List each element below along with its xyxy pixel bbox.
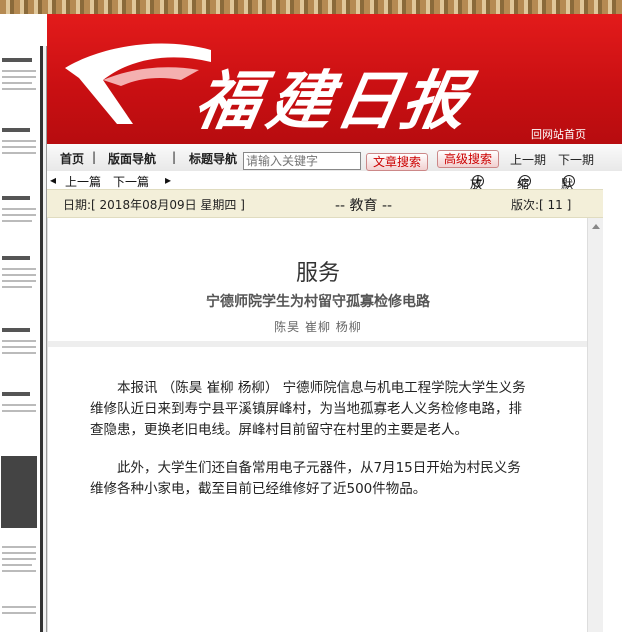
minus-icon: − xyxy=(519,173,531,187)
masthead-title-char-2: 建 xyxy=(261,64,339,139)
decorative-top-border xyxy=(0,0,622,14)
page-thumbnail-panel[interactable] xyxy=(0,46,47,632)
nav-home-link[interactable]: 首页 xyxy=(60,150,84,167)
thumbnail-photo xyxy=(1,456,37,528)
article-authors: 陈昊 崔柳 杨柳 xyxy=(274,320,362,334)
article-content: 服务 宁德师院学生为村留守孤寡检修电路 陈昊 崔柳 杨柳 本报讯 （陈昊 崔柳 … xyxy=(47,218,588,632)
prev-article-link[interactable]: 上一篇 xyxy=(65,173,101,190)
right-margin xyxy=(603,189,622,632)
article-paragraph: 此外，大学生们还自备常用电子元器件，从7月15日开始为村民义务维修各种小家电，截… xyxy=(90,460,521,497)
article-section-heading: 服务 xyxy=(295,261,340,286)
next-article-arrow-icon: ▸ xyxy=(165,173,172,187)
nav-separator: | xyxy=(92,150,97,164)
article-title: 宁德师院学生为村留守孤寡检修电路 xyxy=(206,294,430,310)
page-number: 版次:[ 11 ] xyxy=(511,198,572,212)
search-input[interactable] xyxy=(243,152,361,170)
nav-separator: | xyxy=(172,150,177,164)
next-issue-link[interactable]: 下一期 xyxy=(558,151,594,168)
masthead-banner: 福 建 日 报 回网站首页 xyxy=(47,14,622,144)
masthead-title-char-4: 报 xyxy=(395,64,473,139)
section-name: -- 教育 -- xyxy=(335,198,393,214)
prev-article-arrow-icon: ◂ xyxy=(50,173,57,187)
article-paragraph: 本报讯 （陈昊 崔柳 杨柳） 宁德师院信息与机电工程学院大学生义务维修队近日来到… xyxy=(90,380,526,438)
advanced-search-button[interactable]: 高级搜索 xyxy=(437,150,500,168)
home-site-link[interactable]: 回网站首页 xyxy=(531,126,586,142)
scroll-up-icon[interactable] xyxy=(592,224,600,229)
issue-date: 日期:[ 2018年08月09日 星期四 ] xyxy=(63,198,245,212)
article-scrollbar[interactable] xyxy=(587,218,604,632)
page-thumbnail[interactable] xyxy=(0,46,43,632)
issue-info-bar: 日期:[ 2018年08月09日 星期四 ] -- 教育 -- 版次:[ 11 … xyxy=(47,189,603,218)
circle-icon xyxy=(563,175,575,187)
nav-layout-link[interactable]: 版面导航 xyxy=(108,150,156,167)
next-article-link[interactable]: 下一篇 xyxy=(113,173,149,190)
divider xyxy=(48,341,588,347)
nav-title-link[interactable]: 标题导航 xyxy=(189,150,237,167)
article-search-button[interactable]: 文章搜索 xyxy=(366,153,429,171)
prev-issue-link[interactable]: 上一期 xyxy=(510,151,546,168)
plus-icon: + xyxy=(472,173,484,187)
article-nav-bar: ◂ 上一篇 下一篇 ▸ 放大+ 缩小− 默认 xyxy=(47,171,622,208)
